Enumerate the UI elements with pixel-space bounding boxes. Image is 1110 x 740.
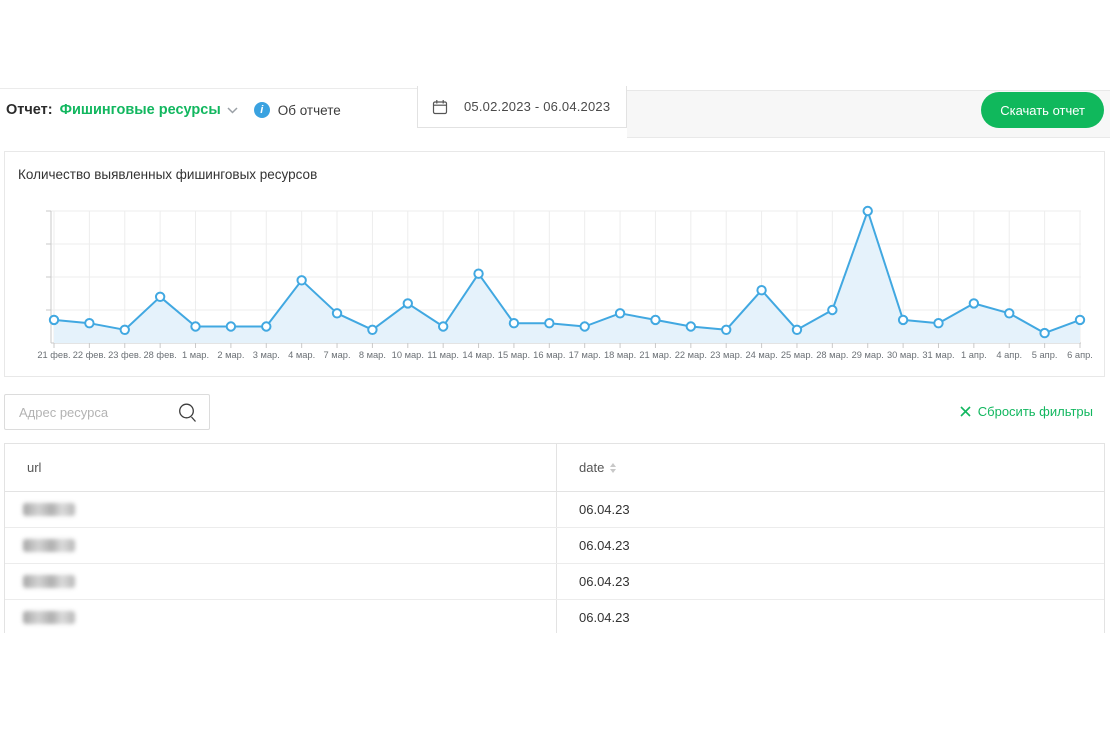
svg-text:29 мар.: 29 мар. [852, 350, 884, 360]
svg-text:10 мар.: 10 мар. [392, 350, 424, 360]
svg-text:28 фев.: 28 фев. [144, 350, 177, 360]
row-url-cell [5, 528, 556, 563]
svg-text:7 мар.: 7 мар. [323, 350, 350, 360]
row-url-cell [5, 600, 556, 633]
svg-text:2 мар.: 2 мар. [217, 350, 244, 360]
report-label: Отчет: [6, 102, 53, 118]
table-row[interactable]: 06.04.23 [5, 528, 1104, 564]
svg-text:14 мар.: 14 мар. [462, 350, 494, 360]
blurred-url [23, 503, 75, 516]
report-type-dropdown[interactable]: Фишинговые ресурсы [60, 102, 238, 118]
svg-text:5 апр.: 5 апр. [1032, 350, 1058, 360]
column-header-date-label: date [579, 460, 604, 475]
row-url-cell [5, 492, 556, 527]
row-date-cell: 06.04.23 [556, 528, 1104, 563]
svg-text:24 мар.: 24 мар. [745, 350, 777, 360]
column-header-date[interactable]: date [556, 444, 1104, 491]
svg-text:25 мар.: 25 мар. [781, 350, 813, 360]
reset-filters-label: Сбросить фильтры [978, 404, 1093, 419]
svg-text:4 апр.: 4 апр. [996, 350, 1022, 360]
phishing-count-chart: 21 фев.22 фев.23 фев.28 фев. 1 мар. 2 мар.… [5, 152, 1104, 376]
row-date-cell: 06.04.23 [556, 492, 1104, 527]
svg-text:1 мар.: 1 мар. [182, 350, 209, 360]
resource-search-box [4, 394, 210, 430]
sort-icon [610, 463, 616, 473]
topbar-divider-left [0, 88, 417, 89]
svg-text:4 мар.: 4 мар. [288, 350, 315, 360]
svg-text:21 мар.: 21 мар. [639, 350, 671, 360]
table-header: url date [5, 444, 1104, 492]
column-header-url: url [5, 444, 556, 491]
svg-text:15 мар.: 15 мар. [498, 350, 530, 360]
table-row[interactable]: 06.04.23 [5, 492, 1104, 528]
row-date-cell: 06.04.23 [556, 564, 1104, 599]
svg-text:18 мар.: 18 мар. [604, 350, 636, 360]
svg-text:1 апр.: 1 апр. [961, 350, 987, 360]
close-icon [960, 406, 971, 417]
svg-text:11 мар.: 11 мар. [427, 350, 459, 360]
calendar-icon [432, 99, 448, 115]
svg-text:22 мар.: 22 мар. [675, 350, 707, 360]
date-range-picker[interactable]: 05.02.2023 - 06.04.2023 [417, 86, 627, 128]
about-report-link[interactable]: i Об отчете [254, 102, 341, 118]
download-report-button[interactable]: Скачать отчет [981, 92, 1104, 128]
date-range-value: 05.02.2023 - 06.04.2023 [464, 99, 610, 114]
blurred-url [23, 575, 75, 588]
svg-text:30 мар.: 30 мар. [887, 350, 919, 360]
svg-text:17 мар.: 17 мар. [569, 350, 601, 360]
svg-text:21 фев.: 21 фев. [37, 350, 70, 360]
svg-text:8 мар.: 8 мар. [359, 350, 386, 360]
svg-text:28 мар.: 28 мар. [816, 350, 848, 360]
blurred-url [23, 611, 75, 624]
report-type-value: Фишинговые ресурсы [60, 102, 221, 118]
svg-text:31 мар.: 31 мар. [922, 350, 954, 360]
reset-filters-link[interactable]: Сбросить фильтры [960, 404, 1093, 419]
results-table: url date 06.04.2306.04.2306.04.2306.04.2… [4, 443, 1105, 633]
svg-text:22 фев.: 22 фев. [73, 350, 106, 360]
page: Отчет: Фишинговые ресурсы i Об отчете 05… [0, 0, 1110, 740]
info-icon: i [254, 102, 270, 118]
chevron-down-icon [227, 107, 238, 114]
blurred-url [23, 539, 75, 552]
svg-text:23 фев.: 23 фев. [108, 350, 141, 360]
table-body: 06.04.2306.04.2306.04.2306.04.23 [5, 492, 1104, 633]
row-url-cell [5, 564, 556, 599]
svg-text:3 мар.: 3 мар. [253, 350, 280, 360]
about-report-label: Об отчете [278, 103, 341, 118]
svg-text:16 мар.: 16 мар. [533, 350, 565, 360]
svg-text:23 мар.: 23 мар. [710, 350, 742, 360]
report-toolbar: Отчет: Фишинговые ресурсы i Об отчете [6, 96, 341, 124]
chart-card: 21 фев.22 фев.23 фев.28 фев. 1 мар. 2 мар.… [4, 151, 1105, 377]
row-date-cell: 06.04.23 [556, 600, 1104, 633]
svg-text:6 апр.: 6 апр. [1067, 350, 1093, 360]
table-row[interactable]: 06.04.23 [5, 564, 1104, 600]
chart-title: Количество выявленных фишинговых ресурсо… [18, 167, 317, 182]
search-icon[interactable] [177, 402, 199, 424]
table-row[interactable]: 06.04.23 [5, 600, 1104, 633]
